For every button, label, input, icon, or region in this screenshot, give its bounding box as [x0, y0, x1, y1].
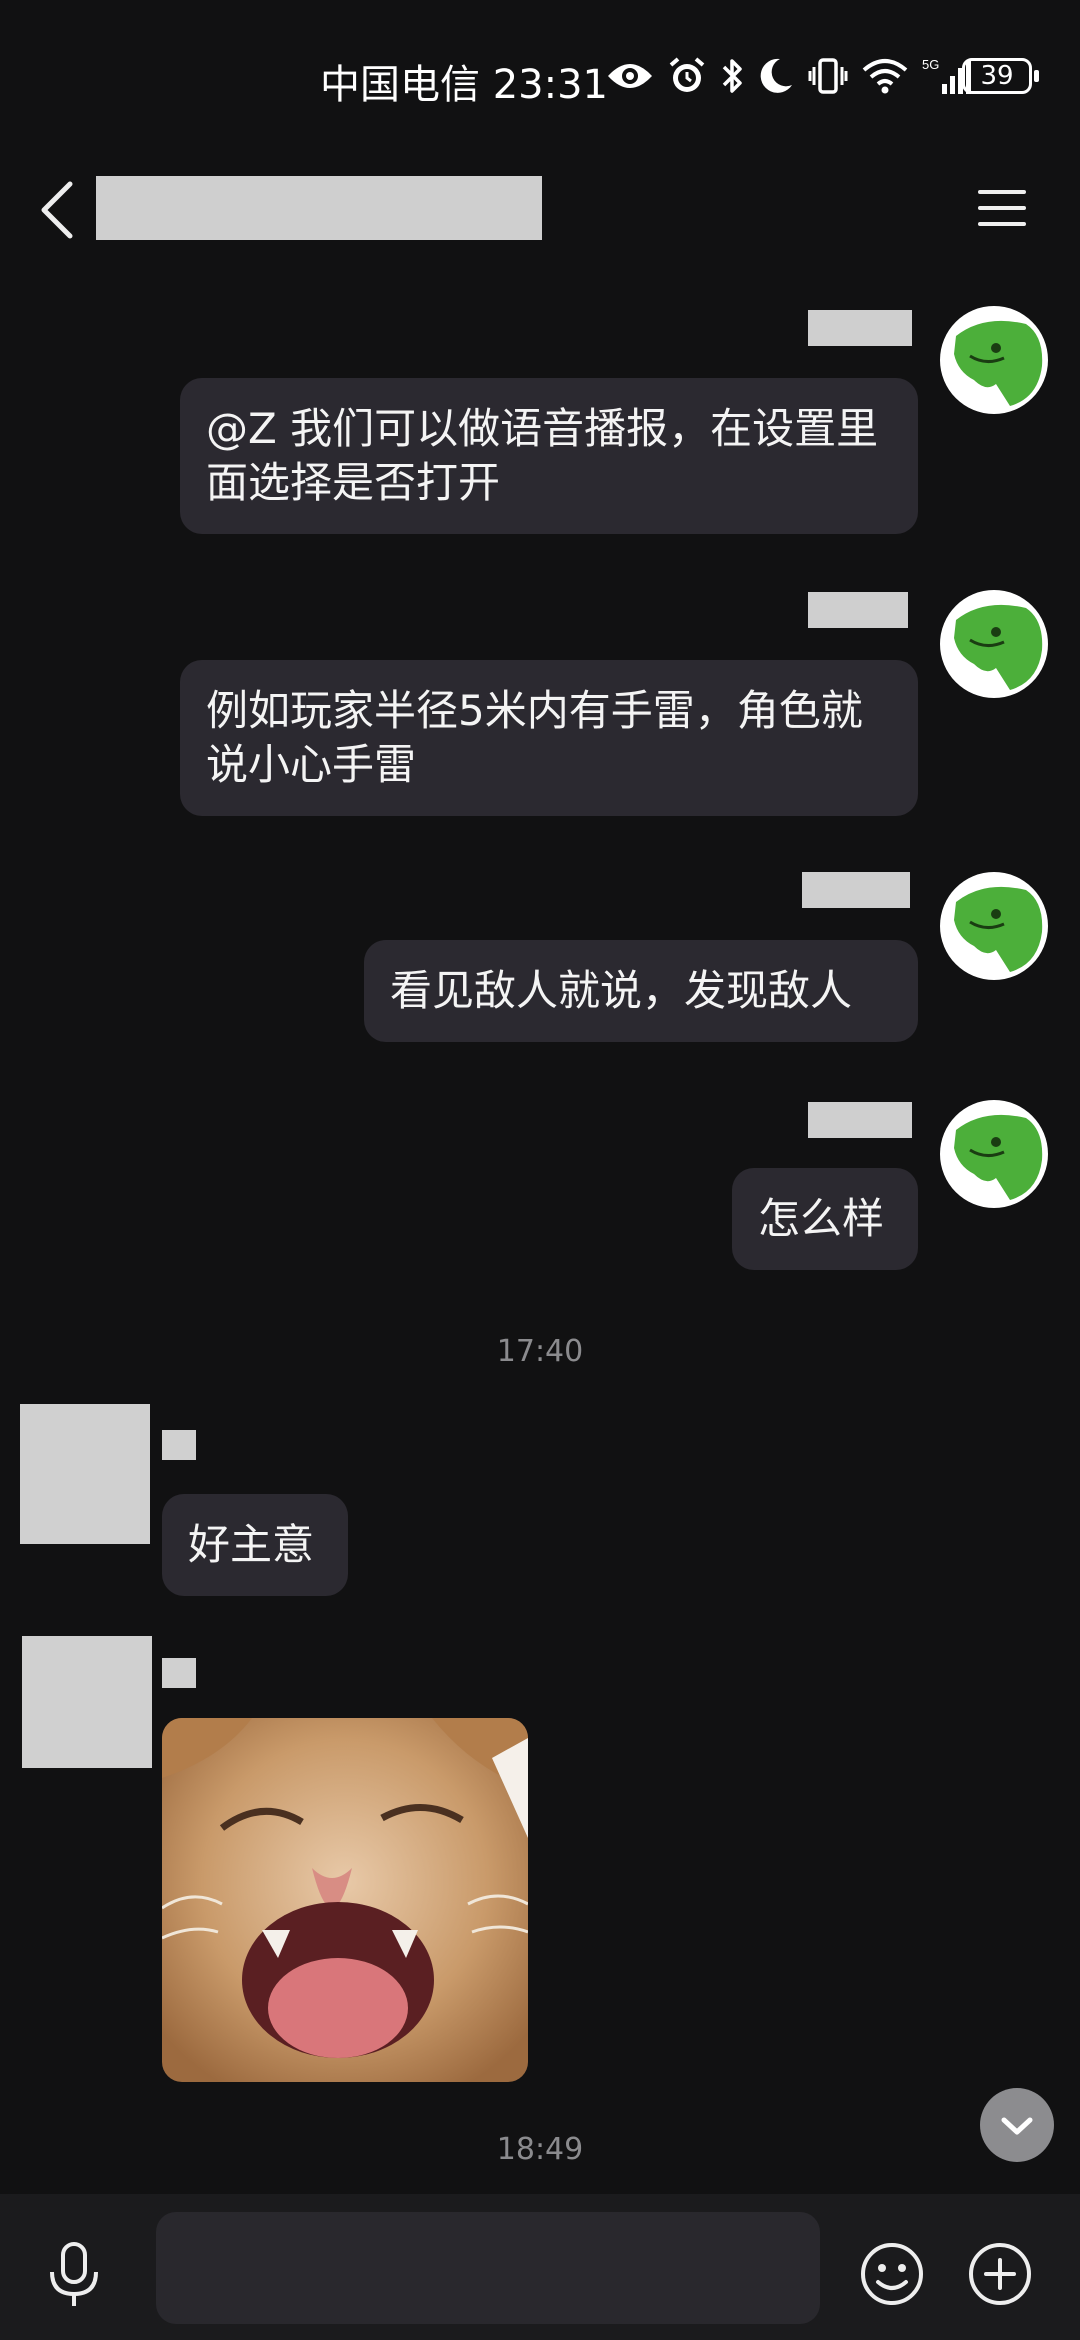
sender-name-redacted — [802, 872, 910, 908]
avatar[interactable] — [940, 590, 1048, 698]
menu-button[interactable] — [976, 186, 1030, 230]
chevron-left-icon — [41, 181, 73, 239]
message-bubble[interactable]: 例如玩家半径5米内有手雷，角色就说小心手雷 — [180, 660, 918, 816]
green-creature-icon — [954, 886, 1043, 972]
carrier-time: 中国电信 23:31 — [320, 62, 608, 108]
smiley-icon — [861, 2243, 923, 2305]
alarm-icon — [669, 57, 705, 92]
avatar[interactable] — [940, 872, 1048, 980]
battery-tip — [1034, 70, 1039, 82]
laughing-cat-sticker[interactable] — [162, 1718, 528, 2082]
message-bubble[interactable]: @Z 我们可以做语音播报，在设置里面选择是否打开 — [180, 378, 918, 534]
moon-icon — [760, 58, 792, 93]
eye-icon — [608, 64, 652, 88]
green-creature-icon — [954, 320, 1043, 406]
message-bubble[interactable]: 怎么样 — [732, 1168, 918, 1270]
plus-circle-icon — [969, 2243, 1031, 2305]
cat-sticker-image — [162, 1718, 528, 2082]
back-button[interactable] — [36, 180, 80, 240]
microphone-icon — [50, 2242, 98, 2306]
sender-name-redacted — [162, 1658, 196, 1688]
vibrate-icon — [808, 58, 848, 94]
battery-icon: 39 — [962, 58, 1032, 94]
wifi-icon — [862, 59, 908, 94]
message-text: @Z 我们可以做语音播报，在设置里面选择是否打开 — [206, 404, 879, 507]
voice-button[interactable] — [44, 2240, 104, 2308]
chevron-down-icon — [1001, 2117, 1033, 2135]
sender-name-redacted — [162, 1430, 196, 1460]
message-bubble[interactable]: 好主意 — [162, 1494, 348, 1596]
status-bar: 中国电信 23:31 5G 39 — [0, 0, 1080, 150]
message-text: 看见敌人就说，发现敌人 — [390, 966, 853, 1015]
avatar[interactable] — [940, 1100, 1048, 1208]
green-creature-icon — [954, 604, 1043, 690]
sender-name-redacted — [808, 310, 912, 346]
message-text: 好主意 — [188, 1520, 315, 1569]
green-creature-icon — [954, 1114, 1043, 1200]
status-icons: 5G — [606, 54, 972, 98]
emoji-button[interactable] — [858, 2240, 926, 2308]
hamburger-menu-icon — [978, 190, 1026, 194]
scroll-to-bottom-button[interactable] — [980, 2088, 1054, 2162]
avatar[interactable] — [940, 306, 1048, 414]
message-input[interactable] — [156, 2212, 820, 2324]
message-text: 例如玩家半径5米内有手雷，角色就说小心手雷 — [206, 686, 863, 789]
sender-name-redacted — [808, 592, 908, 628]
timestamp: 17:40 — [496, 1334, 584, 1369]
bluetooth-icon — [722, 59, 742, 93]
timestamp: 18:49 — [496, 2132, 584, 2167]
message-text: 怎么样 — [758, 1194, 885, 1243]
battery-level: 39 — [980, 61, 1014, 91]
svg-text:5G: 5G — [922, 57, 939, 72]
avatar[interactable] — [20, 1404, 150, 1544]
message-bubble[interactable]: 看见敌人就说，发现敌人 — [364, 940, 918, 1042]
sender-name-redacted — [808, 1102, 912, 1138]
more-options-button[interactable] — [966, 2240, 1034, 2308]
chat-title-redacted — [96, 176, 542, 240]
avatar[interactable] — [22, 1636, 152, 1768]
